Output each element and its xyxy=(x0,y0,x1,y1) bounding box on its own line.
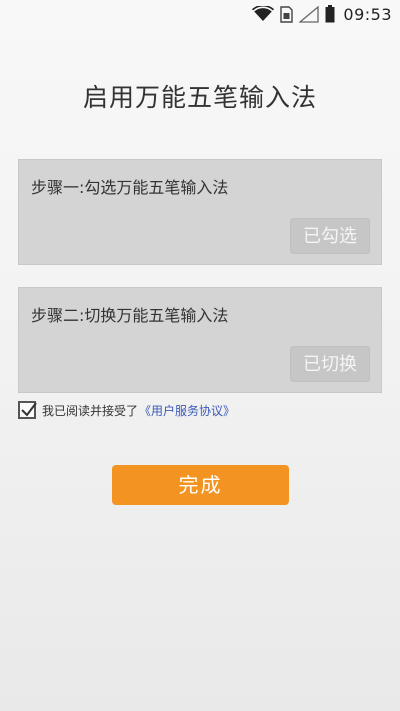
wifi-icon xyxy=(252,6,275,22)
agreement-checkbox[interactable] xyxy=(18,401,37,419)
checkmark-icon xyxy=(21,402,37,417)
step-one-label: 步骤一:勾选万能五笔输入法 xyxy=(31,178,229,197)
step-two-card: 步骤二:切换万能五笔输入法 已切换 xyxy=(18,287,382,393)
battery-icon xyxy=(325,5,335,23)
agreement-text: 我已阅读并接受了 xyxy=(42,403,139,418)
status-time: 09:53 xyxy=(343,4,392,24)
status-icons: 09:53 xyxy=(252,4,392,24)
sim-card-icon xyxy=(280,5,294,23)
status-bar: 09:53 xyxy=(0,0,400,28)
step-two-switched-button[interactable]: 已切换 xyxy=(290,346,370,382)
step-one-checked-button[interactable]: 已勾选 xyxy=(290,218,370,254)
signal-icon xyxy=(299,5,320,23)
done-button[interactable]: 完成 xyxy=(112,465,289,505)
page-title: 启用万能五笔输入法 xyxy=(82,83,317,112)
user-agreement-link[interactable]: 《用户服务协议》 xyxy=(139,402,235,419)
agreement-row: 我已阅读并接受了 《用户服务协议》 xyxy=(18,399,235,421)
step-one-card: 步骤一:勾选万能五笔输入法 已勾选 xyxy=(18,159,382,265)
step-two-label: 步骤二:切换万能五笔输入法 xyxy=(31,306,229,325)
